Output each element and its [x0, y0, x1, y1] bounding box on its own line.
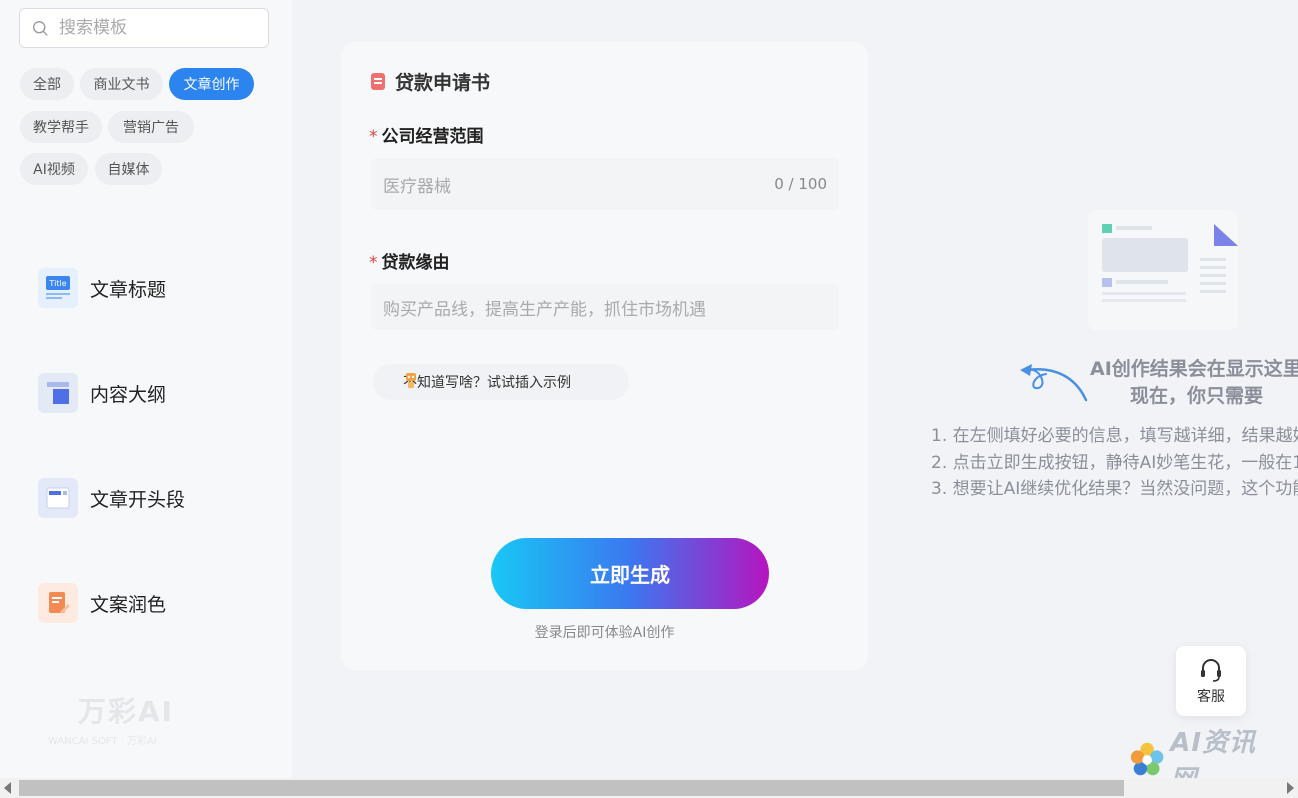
- customer-service-button[interactable]: 客服: [1176, 646, 1246, 716]
- loan-reason-input[interactable]: 购买产品线，提高生产产能，抓住市场机遇: [371, 284, 839, 330]
- search-icon: [33, 20, 48, 36]
- category-chip-teaching[interactable]: 教学帮手: [20, 111, 102, 143]
- field-label-text: 公司经营范围: [381, 127, 484, 147]
- document-icon: [371, 73, 385, 90]
- business-scope-input[interactable]: 医疗器械 0 / 100: [371, 158, 839, 210]
- result-steps: 1. 在左侧填好必要的信息，填写越详细，结果越好哦 2. 点击立即生成按钮，静待…: [931, 423, 1298, 503]
- field-placeholder: 医疗器械: [383, 176, 451, 197]
- paragraph-icon: [38, 478, 78, 518]
- horizontal-scrollbar[interactable]: [0, 778, 1298, 798]
- category-chip-article[interactable]: 文章创作: [169, 68, 254, 100]
- robot-icon: [406, 373, 416, 388]
- field-label-loan-reason: * 贷款缘由: [369, 248, 450, 273]
- tool-label: 文章开头段: [90, 488, 186, 511]
- brand-subtitle: WANCAI SOFT · 万彩AI: [48, 736, 157, 747]
- tool-label: 内容大纲: [90, 383, 167, 406]
- title-icon: Title: [38, 268, 78, 308]
- headset-icon: [1201, 658, 1221, 682]
- polish-icon: [38, 583, 78, 623]
- category-chip-business[interactable]: 商业文书: [80, 68, 163, 100]
- field-label-text: 贷款缘由: [381, 253, 450, 273]
- result-step: 2. 点击立即生成按钮，静待AI妙笔生花，一般在10秒内搞定: [931, 452, 1298, 473]
- login-hint: 登录后即可体验AI创作: [534, 625, 675, 641]
- category-chip-marketing[interactable]: 营销广告: [108, 111, 194, 143]
- tool-content-outline[interactable]: 内容大纲: [38, 371, 258, 415]
- category-chip-ai-video[interactable]: AI视频: [20, 153, 88, 185]
- scrollbar-thumb[interactable]: [19, 780, 1124, 796]
- category-chip-all[interactable]: 全部: [20, 68, 74, 100]
- result-step: 3. 想要让AI继续优化结果？当然没问题，这个功能即将上线: [931, 479, 1298, 499]
- example-button-label: 不知道写啥？试试插入示例: [403, 375, 571, 391]
- brand-logo: 万彩AI: [78, 695, 175, 728]
- required-mark: *: [369, 253, 378, 273]
- svg-text:Title: Title: [48, 279, 66, 288]
- scroll-left-arrow-icon[interactable]: [4, 782, 11, 794]
- search-input[interactable]: [59, 18, 249, 38]
- result-placeholder-subtitle: 现在，你只需要: [1130, 385, 1264, 407]
- char-count: 0 / 100: [774, 175, 827, 193]
- tool-label: 文案润色: [90, 593, 167, 616]
- tool-article-opening[interactable]: 文章开头段: [38, 476, 258, 520]
- service-label: 客服: [1197, 688, 1225, 705]
- tool-copy-polish[interactable]: 文案润色: [38, 581, 258, 625]
- flower-logo-icon: [1130, 742, 1164, 776]
- form-title-text: 贷款申请书: [395, 72, 491, 94]
- generate-button[interactable]: 立即生成: [491, 538, 769, 609]
- field-label-business-scope: * 公司经营范围: [369, 122, 484, 147]
- document-illustration-icon: [1088, 210, 1238, 330]
- result-placeholder-title: AI创作结果会在显示这里: [1090, 358, 1298, 380]
- sidebar: 全部 商业文书 文章创作 教学帮手 营销广告 AI视频 自媒体 Title 文章…: [0, 0, 292, 778]
- category-chip-self-media[interactable]: 自媒体: [95, 153, 162, 185]
- required-mark: *: [369, 127, 378, 147]
- scroll-right-arrow-icon[interactable]: [1287, 782, 1294, 794]
- insert-example-button[interactable]: 不知道写啥？试试插入示例: [373, 364, 629, 400]
- form-card: 贷款申请书 * 公司经营范围 医疗器械 0 / 100 * 贷款缘由 购买产品线，提…: [341, 42, 868, 670]
- result-step: 1. 在左侧填好必要的信息，填写越详细，结果越好哦: [931, 426, 1298, 446]
- watermark: AI资讯网: [1128, 728, 1278, 795]
- field-placeholder: 购买产品线，提高生产产能，抓住市场机遇: [383, 299, 706, 320]
- outline-icon: [38, 373, 78, 413]
- tool-article-title[interactable]: Title 文章标题: [38, 266, 258, 310]
- pointer-arrow-icon: [1020, 364, 1088, 402]
- tool-label: 文章标题: [90, 278, 167, 301]
- form-title: 贷款申请书: [371, 68, 490, 95]
- search-box[interactable]: [19, 8, 269, 48]
